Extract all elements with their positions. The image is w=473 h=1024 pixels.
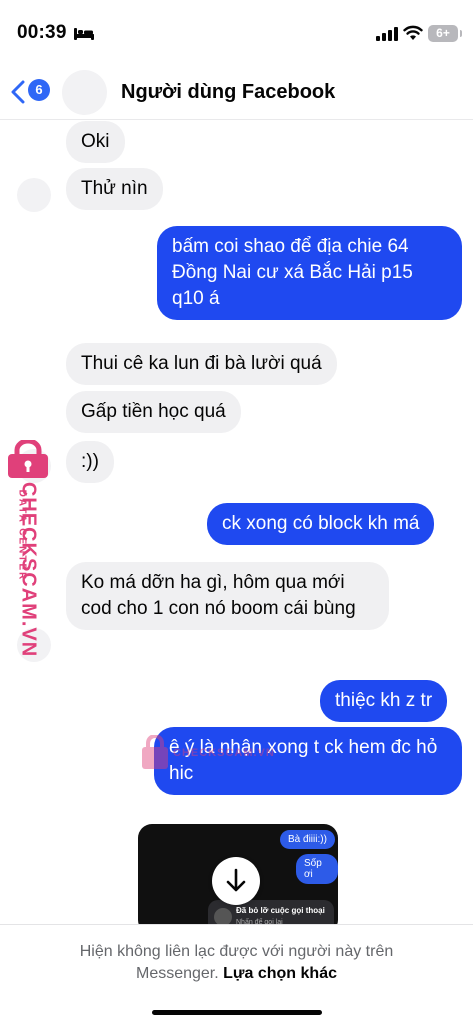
unread-count-badge[interactable]: 6 xyxy=(28,79,50,101)
chat-header: 6 Người dùng Facebook xyxy=(0,64,473,120)
message-bubble-incoming[interactable]: Thui cê ka lun đi bà lười quá xyxy=(66,343,337,385)
unavailable-footer: Hiện không liên lạc được với người này t… xyxy=(0,924,473,1024)
media-chat-bubble: Sốp ơi xyxy=(296,854,338,884)
status-time: 00:39 xyxy=(17,22,67,43)
signal-icon xyxy=(376,27,398,41)
watermark-brand-small: CHECKSCAM.VN xyxy=(173,747,275,759)
message-bubble-incoming[interactable]: Gấp tiền học quá xyxy=(66,391,241,433)
message-bubble-incoming[interactable]: Thử nìn xyxy=(66,168,163,210)
message-bubble-incoming[interactable]: Ko má dỡn ha gì, hôm qua mới cod cho 1 c… xyxy=(66,562,389,630)
footer-message: Hiện không liên lạc được với người này t… xyxy=(40,941,433,985)
lock-icon xyxy=(142,735,168,769)
home-indicator[interactable] xyxy=(152,1010,322,1015)
other-options-link[interactable]: Lựa chọn khác xyxy=(223,965,337,982)
download-button[interactable] xyxy=(212,857,260,905)
status-bar: 00:39 6+ xyxy=(0,0,473,64)
download-icon xyxy=(226,868,246,892)
message-bubble-outgoing[interactable]: thiệc kh z tr xyxy=(320,680,448,722)
media-chat-bubble: Bà điiii:)) xyxy=(280,830,335,849)
message-bubble-outgoing[interactable]: ck xong có block kh má xyxy=(207,503,435,545)
battery-indicator: 6+ xyxy=(428,25,462,42)
contact-avatar[interactable] xyxy=(62,70,107,115)
watermark-side: DATA CENTER CHECKSCAM.VN xyxy=(4,440,52,670)
message-bubble-incoming[interactable]: Oki xyxy=(66,121,125,163)
contact-name[interactable]: Người dùng Facebook xyxy=(121,81,335,104)
message-bubble-outgoing[interactable]: bấm coi shao để địa chie 64 Đồng Nai cư … xyxy=(157,226,462,320)
watermark-brand: CHECKSCAM.VN xyxy=(17,481,40,658)
missed-call-title: Đã bỏ lỡ cuộc gọi thoại xyxy=(236,906,325,915)
sender-avatar xyxy=(17,178,51,212)
wifi-icon xyxy=(403,25,423,40)
message-bubble-incoming[interactable]: :)) xyxy=(66,441,114,483)
bed-icon xyxy=(74,28,94,40)
watermark-center: CHECKSCAM.VN xyxy=(141,735,281,775)
back-arrow-icon[interactable] xyxy=(10,80,26,104)
